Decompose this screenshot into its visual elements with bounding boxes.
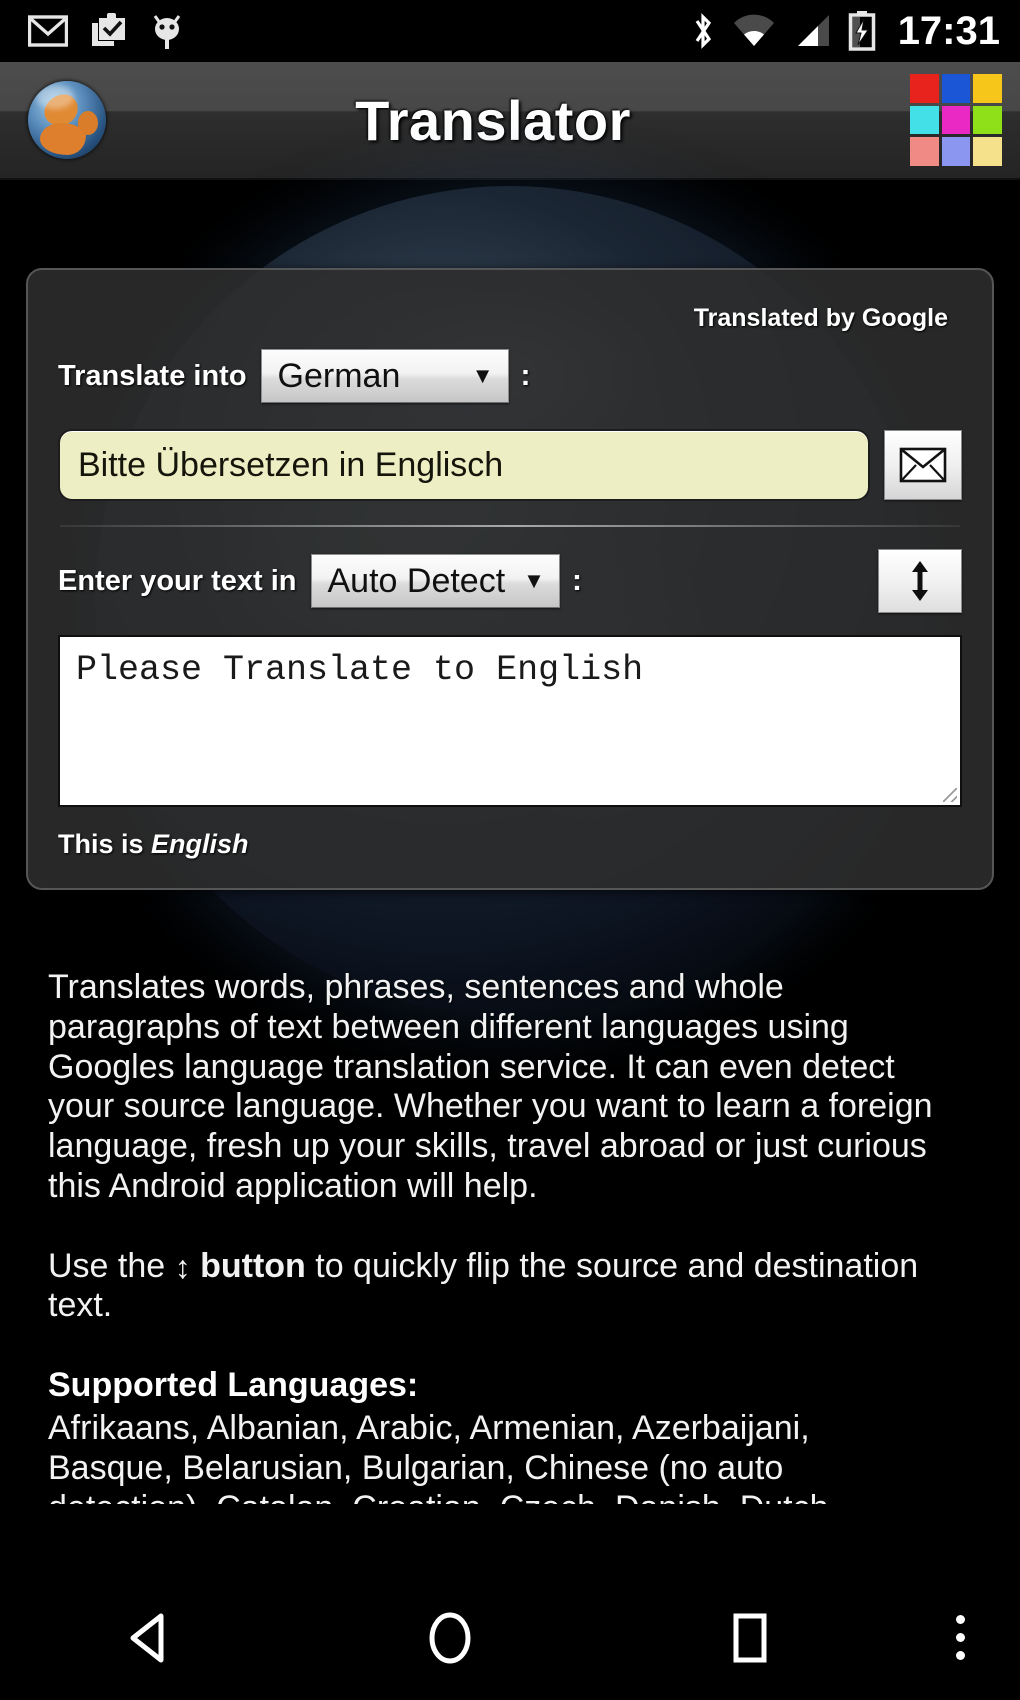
enter-your-text-in-label: Enter your text in: [58, 564, 297, 597]
status-bar-clock: 17:31: [897, 9, 1000, 53]
app-description: Translates words, phrases, sentences and…: [48, 968, 938, 1504]
translation-output-field[interactable]: Bitte Übersetzen in Englisch: [58, 429, 870, 501]
supported-languages-heading: Supported Languages:: [48, 1366, 419, 1405]
target-colon: :: [520, 359, 531, 392]
swap-languages-button[interactable]: [878, 549, 962, 613]
gmail-icon: [28, 15, 68, 47]
desc2-before: Use the: [48, 1246, 175, 1285]
chevron-down-icon: ▼: [471, 363, 494, 388]
swap-vertical-icon: ↕: [174, 1248, 191, 1285]
grid-cell: [973, 73, 1002, 103]
chevron-down-icon: ▼: [523, 568, 545, 593]
desc2-bold: button: [200, 1246, 306, 1285]
card-divider: [60, 525, 960, 527]
grid-cell: [910, 105, 939, 135]
nav-back-button[interactable]: [0, 1575, 300, 1700]
target-language-spinner[interactable]: German ▼: [260, 349, 509, 403]
translated-by-google-label: Translated by Google: [693, 304, 948, 332]
back-triangle-icon: [130, 1613, 164, 1662]
status-bar: 17:31: [0, 0, 1020, 62]
overflow-dot: [955, 1633, 965, 1642]
home-circle-icon: [429, 1612, 471, 1663]
color-grid-menu-icon[interactable]: [910, 73, 1002, 166]
grid-cell: [973, 137, 1002, 166]
clipboard-check-icon: [92, 13, 125, 46]
grid-cell: [941, 137, 971, 166]
android-navigation-bar: [0, 1575, 1020, 1700]
target-language-value: German: [277, 356, 401, 395]
detected-language-label: This is English: [58, 829, 962, 860]
grid-cell: [941, 105, 971, 135]
nav-overflow-button[interactable]: [900, 1575, 1020, 1700]
grid-cell: [941, 73, 971, 103]
nav-home-button[interactable]: [300, 1575, 600, 1700]
source-language-spinner[interactable]: Auto Detect ▼: [310, 554, 560, 608]
status-bar-left-icons: [28, 12, 690, 50]
action-bar: Translator: [0, 62, 1020, 180]
overflow-dot: [955, 1615, 965, 1624]
supported-languages-list: Afrikaans, Albanian, Arabic, Armenian, A…: [48, 1409, 838, 1504]
status-bar-right-icons: 17:31: [690, 11, 1000, 51]
source-language-row: Enter your text in Auto Detect ▼ :: [58, 549, 962, 613]
translation-output-row: Bitte Übersetzen in Englisch: [58, 429, 962, 501]
email-translation-button[interactable]: [884, 430, 962, 500]
grid-cell: [910, 73, 939, 103]
android-debug-icon: [153, 15, 181, 49]
resize-grip-handle[interactable]: [943, 788, 957, 802]
source-text-input[interactable]: Please Translate to English: [58, 635, 962, 807]
battery-charging-icon: [848, 11, 875, 51]
detected-prefix: This is: [58, 829, 152, 859]
target-language-row: Translate into German ▼ :: [58, 349, 962, 403]
overflow-dot: [955, 1651, 965, 1660]
detected-language-value: English: [151, 829, 249, 859]
page-title: Translator: [355, 88, 631, 152]
description-paragraph-2: Use the ↕ button to quickly flip the sou…: [48, 1247, 938, 1327]
nav-recents-button[interactable]: [600, 1575, 900, 1700]
grid-cell: [910, 137, 939, 166]
translator-card: Translated by Google Translate into Germ…: [26, 268, 994, 890]
source-colon: :: [571, 564, 582, 597]
bluetooth-icon: [695, 13, 711, 49]
translation-output-text: Bitte Übersetzen in Englisch: [78, 445, 504, 484]
description-paragraph-1: Translates words, phrases, sentences and…: [48, 968, 933, 1205]
grid-cell: [973, 105, 1002, 135]
source-text-value: Please Translate to English: [76, 650, 644, 690]
translate-into-label: Translate into: [58, 359, 247, 392]
cell-signal-icon: [797, 15, 829, 46]
globe-icon: [28, 81, 106, 159]
swap-vertical-icon: [912, 561, 928, 601]
recents-square-icon: [733, 1613, 767, 1662]
envelope-icon: [899, 447, 947, 483]
source-language-value: Auto Detect: [327, 561, 506, 600]
wifi-icon: [733, 14, 774, 46]
